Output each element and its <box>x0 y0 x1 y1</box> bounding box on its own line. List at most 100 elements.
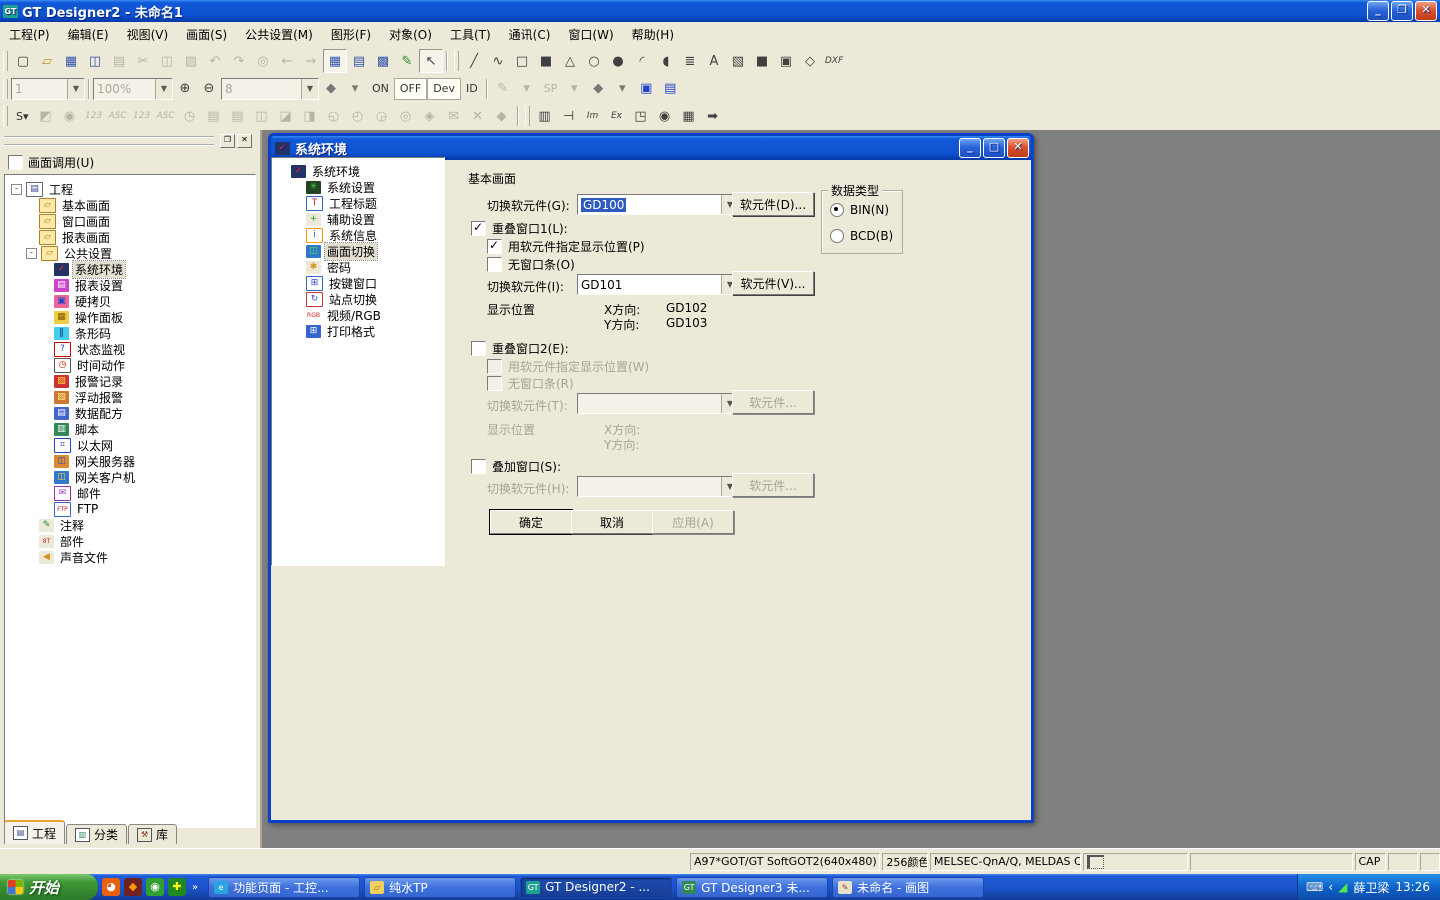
filled-square-icon[interactable]: ■ <box>750 49 774 73</box>
tree-common-settings-expander[interactable]: - <box>26 248 37 259</box>
toolbar-grip[interactable] <box>3 79 8 99</box>
dev-button[interactable]: Dev <box>427 78 461 100</box>
tree-sound-file[interactable]: ◀声音文件 <box>5 549 255 565</box>
object-lamp-icon[interactable]: ◉ <box>58 104 82 128</box>
menu-project[interactable]: 工程(P) <box>0 23 59 46</box>
panel-drag-handle[interactable] <box>4 136 214 146</box>
id-button[interactable]: ID <box>461 79 483 99</box>
tree-mail[interactable]: ✉邮件 <box>5 485 255 501</box>
switch-device-g-combo[interactable]: GD100▼ <box>577 194 739 215</box>
object-clock-icon[interactable]: ◷ <box>178 104 202 128</box>
open-icon[interactable]: ▱ <box>35 49 59 73</box>
dtree-screen-switching[interactable]: ◫画面切换 <box>272 243 444 259</box>
tree-floating-alarm[interactable]: ▧浮动报警 <box>5 389 255 405</box>
sp-dropdown-icon[interactable]: ▾ <box>562 77 586 101</box>
device-v-button[interactable]: 软元件(V)... <box>732 271 814 295</box>
object-comment-w-icon[interactable]: ▤ <box>226 104 250 128</box>
new-icon[interactable]: ▢ <box>11 49 35 73</box>
no-window-bar1-checkbox[interactable] <box>487 257 502 272</box>
object-time-display-icon[interactable]: ASC <box>154 104 178 128</box>
menu-window[interactable]: 窗口(W) <box>559 23 622 46</box>
image-icon[interactable]: ▣ <box>774 49 798 73</box>
overlap-window1-checkbox[interactable] <box>471 221 486 236</box>
import-icon[interactable]: Im <box>581 104 605 128</box>
bin-radio[interactable] <box>830 203 844 217</box>
cancel-button[interactable]: 取消 <box>571 510 653 534</box>
fill-color-dropdown-icon[interactable]: ▾ <box>610 77 634 101</box>
tree-window-screen[interactable]: ▱窗口画面 <box>5 213 255 229</box>
tree-parts[interactable]: 8T部件 <box>5 533 255 549</box>
quicklaunch-security-icon[interactable]: ✚ <box>168 878 186 896</box>
redo-icon[interactable]: ↷ <box>227 49 251 73</box>
tree-report-settings[interactable]: ▤报表设置 <box>5 277 255 293</box>
dtree-password[interactable]: ✱密码 <box>272 259 444 275</box>
object-switch-icon[interactable]: ◩ <box>34 104 58 128</box>
quick-launch-chevron[interactable]: » <box>192 882 198 893</box>
grid-icon[interactable]: ▦ <box>677 104 701 128</box>
scale-icon[interactable]: ≣ <box>678 49 702 73</box>
dtree-video-rgb[interactable]: RGB视频/RGB <box>272 307 444 323</box>
toolbar-grip[interactable] <box>525 106 530 126</box>
screen-edit-icon[interactable]: ◳ <box>629 104 653 128</box>
toolbar-grip[interactable] <box>3 106 8 126</box>
object-mail-icon[interactable]: ✉ <box>442 104 466 128</box>
tree-gateway-server[interactable]: ◫网关服务器 <box>5 453 255 469</box>
rectangle-icon[interactable]: □ <box>510 49 534 73</box>
paint-bucket-icon[interactable]: ◆ <box>319 77 343 101</box>
object-delete-icon[interactable]: ✕ <box>466 104 490 128</box>
cut-icon[interactable]: ✂ <box>131 49 155 73</box>
object-thumb-icon[interactable]: ◆ <box>490 104 514 128</box>
zoom-area-icon[interactable]: ◎ <box>251 49 275 73</box>
tree-base-screen[interactable]: ▱基本画面 <box>5 197 255 213</box>
object-trend-icon[interactable]: ◵ <box>322 104 346 128</box>
report-new-icon[interactable]: ▥ <box>533 104 557 128</box>
panel-float-button[interactable]: ❐ <box>220 134 235 148</box>
superimpose-window-checkbox[interactable] <box>471 459 486 474</box>
tree-comment[interactable]: ✎注释 <box>5 517 255 533</box>
tree-script[interactable]: ▥脚本 <box>5 421 255 437</box>
polyline-icon[interactable]: ∿ <box>486 49 510 73</box>
dtree-print-format[interactable]: ⊞打印格式 <box>272 323 444 339</box>
save-as-icon[interactable]: ◫ <box>83 49 107 73</box>
screen-call-checkbox[interactable] <box>8 155 23 170</box>
dialog-maximize-button[interactable]: □ <box>983 138 1005 158</box>
zoom-out-icon[interactable]: ⊖ <box>197 77 221 101</box>
restore-button[interactable]: ❐ <box>1391 1 1413 21</box>
quicklaunch-messenger-icon[interactable]: ◉ <box>146 878 164 896</box>
quicklaunch-app-icon[interactable]: ◆ <box>124 878 142 896</box>
menu-figure[interactable]: 图形(F) <box>322 23 380 46</box>
fill-color-icon[interactable]: ◆ <box>586 77 610 101</box>
off-button[interactable]: OFF <box>394 78 427 100</box>
tree-report-screen[interactable]: ▱报表画面 <box>5 229 255 245</box>
screen-overlay-icon[interactable]: ▩ <box>371 49 395 73</box>
screen-copy-icon[interactable]: ▣ <box>634 77 658 101</box>
menu-help[interactable]: 帮助(H) <box>623 23 683 46</box>
task-gt-designer3[interactable]: GTGT Designer3 未... <box>676 877 828 898</box>
tree-time-action[interactable]: ◷时间动作 <box>5 357 255 373</box>
menu-common-settings[interactable]: 公共设置(M) <box>236 23 322 46</box>
object-screen-eq-icon[interactable]: ◨ <box>298 104 322 128</box>
dialog-close-button[interactable]: ✕ <box>1007 138 1029 158</box>
dtree-system-information[interactable]: i系统信息 <box>272 227 444 243</box>
dtree-auxiliary-settings[interactable]: +辅助设置 <box>272 211 444 227</box>
back-icon[interactable]: ← <box>275 49 299 73</box>
save-icon[interactable]: ▦ <box>59 49 83 73</box>
paint-icon[interactable]: ▧ <box>726 49 750 73</box>
tree-gateway-client[interactable]: ◫网关客户机 <box>5 469 255 485</box>
object-bargraph-icon[interactable]: ◶ <box>370 104 394 128</box>
pen-style-dropdown-icon[interactable]: ▾ <box>515 77 539 101</box>
export-icon[interactable]: Ex <box>605 104 629 128</box>
text-icon[interactable]: A <box>702 49 726 73</box>
object-comment-b-icon[interactable]: ▤ <box>202 104 226 128</box>
print-icon[interactable]: ▤ <box>107 49 131 73</box>
overlap-window2-checkbox[interactable] <box>471 341 486 356</box>
menu-communication[interactable]: 通讯(C) <box>500 23 560 46</box>
object-bulb-icon[interactable]: ◎ <box>394 104 418 128</box>
data-list-icon[interactable]: ▤ <box>658 77 682 101</box>
tree-alarm-record[interactable]: ▨报警记录 <box>5 373 255 389</box>
task-paint[interactable]: ✎未命名 - 画图 <box>832 877 984 898</box>
close-button[interactable]: ✕ <box>1415 1 1437 21</box>
chevron-left-icon[interactable]: ‹ <box>1328 880 1333 894</box>
screen-preview-icon[interactable]: ▦ <box>323 49 347 73</box>
tree-recipe[interactable]: ▤数据配方 <box>5 405 255 421</box>
